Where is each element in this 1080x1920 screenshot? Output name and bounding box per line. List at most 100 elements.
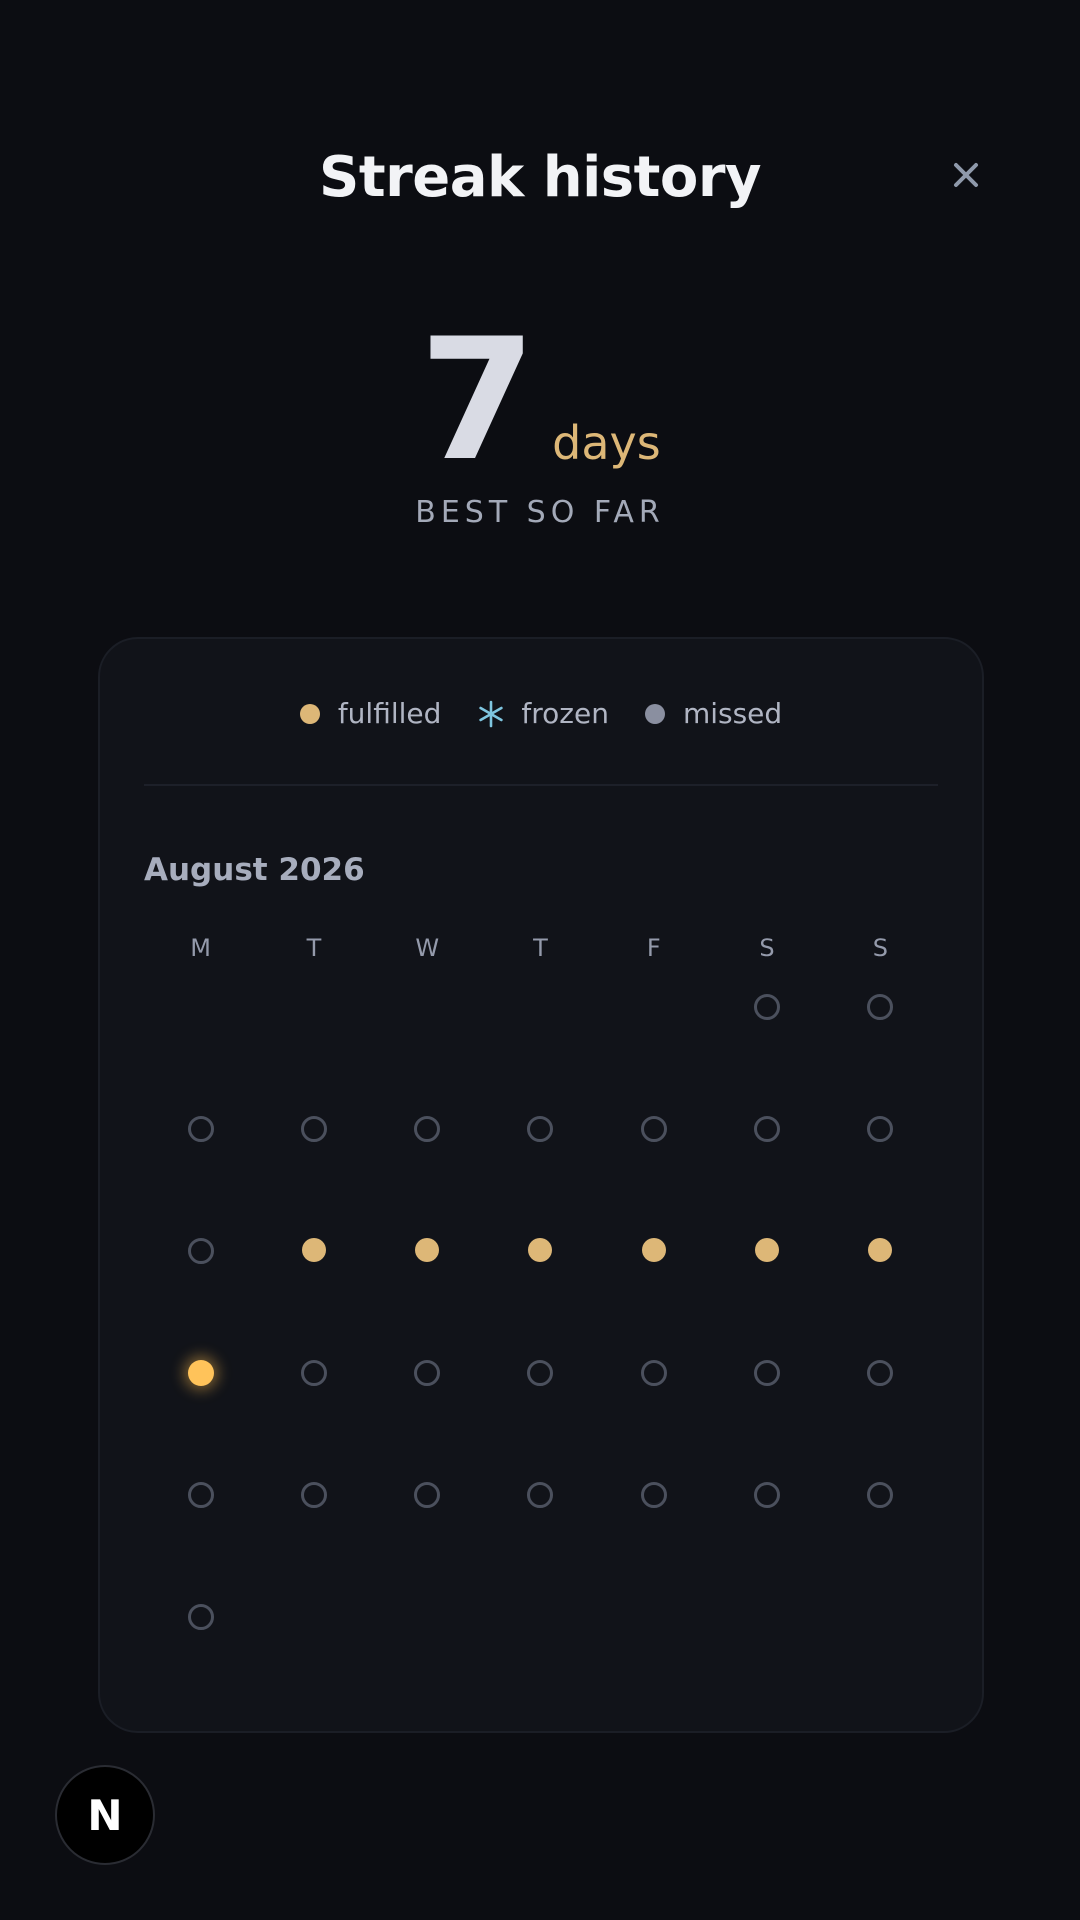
day-missed-dot[interactable] (187, 1238, 214, 1264)
weekday-label: W (415, 934, 440, 962)
streak-count: 7 (419, 302, 536, 498)
day-fulfilled-dot[interactable] (415, 1238, 440, 1262)
day-fulfilled-dot[interactable] (301, 1238, 326, 1262)
day-fulfilled-dot[interactable] (641, 1238, 666, 1262)
day-today-dot[interactable] (187, 1360, 214, 1386)
calendar-cell (371, 1467, 484, 1589)
page-title: Streak history (319, 145, 761, 210)
day-missed-dot[interactable] (640, 1360, 667, 1386)
day-fulfilled-dot[interactable] (528, 1238, 553, 1262)
weekday-label: S (872, 934, 888, 962)
calendar-cell (144, 1223, 257, 1345)
close-button[interactable] (940, 149, 992, 201)
month-title: August 2026 (144, 852, 365, 888)
calendar-week-row (144, 1345, 937, 1467)
calendar-cell (144, 1101, 257, 1223)
header: Streak history (0, 135, 1080, 225)
legend: fulfilled frozen missed (100, 697, 982, 730)
day-fulfilled-dot[interactable] (755, 1238, 780, 1262)
calendar-cell (597, 1223, 710, 1345)
calendar-week-row (144, 1223, 937, 1345)
calendar-week-row (144, 1101, 937, 1223)
calendar-cell (371, 1345, 484, 1467)
day-missed-dot[interactable] (187, 1116, 214, 1142)
day-missed-dot[interactable] (527, 1482, 554, 1508)
day-missed-dot[interactable] (187, 1482, 214, 1508)
calendar-cell (371, 1101, 484, 1223)
calendar-cell (257, 1467, 370, 1589)
legend-item-missed: missed (644, 697, 783, 730)
calendar-cell (144, 1345, 257, 1467)
calendar-cell (371, 1223, 484, 1345)
calendar-cell (597, 1467, 710, 1589)
legend-label-missed: missed (682, 697, 783, 730)
best-streak-value-row: 7 days (0, 302, 1080, 498)
legend-divider (144, 784, 938, 786)
calendar-cell (484, 1101, 597, 1223)
day-missed-dot[interactable] (414, 1482, 441, 1508)
day-missed-dot[interactable] (754, 1482, 781, 1508)
day-missed-dot[interactable] (414, 1360, 441, 1386)
calendar-cell (144, 1467, 257, 1589)
day-missed-dot[interactable] (754, 1116, 781, 1142)
day-missed-dot[interactable] (187, 1604, 214, 1630)
calendar-cell (484, 1223, 597, 1345)
weekday-label: T (306, 934, 322, 962)
calendar-cell (257, 1101, 370, 1223)
legend-label-fulfilled: fulfilled (337, 697, 442, 730)
calendar-cell (597, 1345, 710, 1467)
calendar-cell (257, 1589, 370, 1711)
day-missed-dot[interactable] (640, 1482, 667, 1508)
calendar-grid (144, 979, 937, 1711)
calendar-cell (371, 979, 484, 1101)
calendar-cell (710, 1345, 823, 1467)
day-missed-dot[interactable] (867, 1482, 894, 1508)
calendar-cell (484, 979, 597, 1101)
calendar-cell (257, 1345, 370, 1467)
calendar-cell (710, 1467, 823, 1589)
calendar-cell (144, 1589, 257, 1711)
day-missed-dot[interactable] (527, 1116, 554, 1142)
calendar-cell (597, 1589, 710, 1711)
calendar-cell (824, 979, 937, 1101)
calendar-cell (484, 1345, 597, 1467)
calendar-cell (824, 1467, 937, 1589)
close-icon (954, 163, 978, 187)
calendar-cell (257, 979, 370, 1101)
calendar-cell (824, 1589, 937, 1711)
day-missed-dot[interactable] (414, 1116, 441, 1142)
calendar-cell (597, 979, 710, 1101)
day-missed-dot[interactable] (640, 1116, 667, 1142)
calendar-week-row (144, 979, 937, 1101)
calendar-week-row (144, 1589, 937, 1711)
day-missed-dot[interactable] (867, 1360, 894, 1386)
n-badge-button[interactable]: N (55, 1765, 155, 1865)
calendar-cell (824, 1345, 937, 1467)
best-streak: 7 days BEST SO FAR (0, 310, 1080, 530)
day-missed-dot[interactable] (754, 1360, 781, 1386)
calendar-cell (144, 979, 257, 1101)
missed-dot-icon (644, 703, 665, 724)
weekday-label: T (533, 934, 548, 962)
day-missed-dot[interactable] (300, 1116, 327, 1142)
weekday-label: M (190, 934, 211, 962)
day-missed-dot[interactable] (300, 1360, 327, 1386)
calendar-cell (371, 1589, 484, 1711)
weekday-header: M T W T F S S (144, 934, 937, 970)
weekday-label: S (759, 934, 775, 962)
day-missed-dot[interactable] (867, 994, 894, 1020)
day-missed-dot[interactable] (300, 1482, 327, 1508)
streak-caption: BEST SO FAR (415, 495, 665, 530)
legend-label-frozen: frozen (521, 697, 609, 730)
day-missed-dot[interactable] (754, 994, 781, 1020)
calendar-cell (824, 1101, 937, 1223)
calendar-card: fulfilled frozen missed August 2026 M T … (98, 637, 984, 1733)
calendar-cell (710, 1589, 823, 1711)
calendar-cell (597, 1101, 710, 1223)
day-fulfilled-dot[interactable] (868, 1238, 893, 1262)
calendar-cell (257, 1223, 370, 1345)
calendar-cell (484, 1467, 597, 1589)
day-missed-dot[interactable] (527, 1360, 554, 1386)
legend-item-fulfilled: fulfilled (299, 697, 442, 730)
day-missed-dot[interactable] (867, 1116, 894, 1142)
